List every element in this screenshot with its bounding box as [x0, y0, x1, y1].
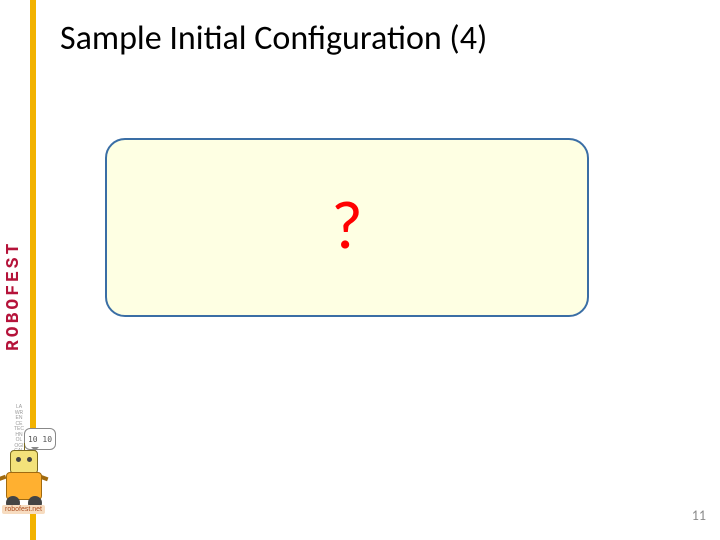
speech-bubble: 10 10 [24, 428, 56, 450]
question-mark: ? [331, 192, 363, 260]
robot-illustration: 10 10 robofest.net [0, 428, 60, 518]
robot-tag: robofest.net [2, 505, 45, 514]
page-number: 11 [692, 507, 706, 524]
content-box: ? [105, 138, 589, 317]
robot-head-icon [10, 450, 38, 474]
slide: ROBOFEST LAWRENCE TECHNOLOGICAL UNIVERSI… [0, 0, 720, 540]
slide-title: Sample Initial Configuration (4) [60, 18, 700, 59]
brand-vertical: ROBOFEST [4, 192, 26, 400]
